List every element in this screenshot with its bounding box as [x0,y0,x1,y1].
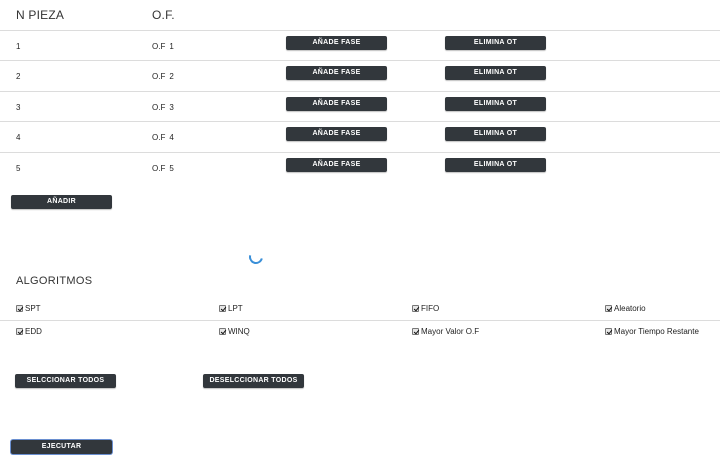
of-prefix: O.F [152,42,166,51]
of-cell: O.F 1 [152,42,174,51]
checkbox-checked-icon[interactable] [412,328,419,335]
deselect-all-button[interactable]: DESELCCIONAR TODOS [203,374,304,388]
table-row: 2 O.F 2 AÑADE FASE ELIMINA OT [0,60,720,91]
add-phase-button[interactable]: AÑADE FASE [286,158,387,172]
of-cell: O.F 5 [152,164,174,173]
checkbox-label: EDD [25,327,42,336]
checkbox-fifo[interactable]: FIFO [412,304,439,313]
checkbox-label: SPT [25,304,41,313]
run-button[interactable]: EJECUTAR [11,440,112,454]
add-phase-button[interactable]: AÑADE FASE [286,36,387,50]
header-of: O.F. [152,8,175,22]
of-number: 3 [169,103,174,112]
checkbox-winq[interactable]: WINQ [219,327,250,336]
table-row: 1 O.F 1 AÑADE FASE ELIMINA OT [0,30,720,61]
table-row: 5 O.F 5 AÑADE FASE ELIMINA OT [0,152,720,183]
table-row: 3 O.F 3 AÑADE FASE ELIMINA OT [0,91,720,122]
checkbox-checked-icon[interactable] [219,305,226,312]
algorithms-row: EDD WINQ Mayor Valor O.F Mayor Tiempo Re… [0,320,720,343]
of-number: 2 [169,72,174,81]
of-prefix: O.F [152,103,166,112]
header-n-pieza: N PIEZA [16,8,65,22]
add-phase-button[interactable]: AÑADE FASE [286,127,387,141]
checkbox-mayor-valor-of[interactable]: Mayor Valor O.F [412,327,479,336]
remove-ot-button[interactable]: ELIMINA OT [445,97,546,111]
algorithms-title: ALGORITMOS [16,275,93,287]
remove-ot-button[interactable]: ELIMINA OT [445,36,546,50]
remove-ot-button[interactable]: ELIMINA OT [445,158,546,172]
pieza-number: 3 [16,103,21,112]
of-cell: O.F 4 [152,133,174,142]
checkbox-aleatorio[interactable]: Aleatorio [605,304,646,313]
of-prefix: O.F [152,164,166,173]
checkbox-label: Mayor Valor O.F [421,327,480,336]
loading-spinner-icon [246,247,266,267]
add-phase-button[interactable]: AÑADE FASE [286,66,387,80]
of-number: 1 [169,42,174,51]
checkbox-spt[interactable]: SPT [16,304,41,313]
checkbox-label: LPT [228,304,243,313]
add-phase-button[interactable]: AÑADE FASE [286,97,387,111]
remove-ot-button[interactable]: ELIMINA OT [445,127,546,141]
checkbox-mayor-tiempo-restante[interactable]: Mayor Tiempo Restante [605,327,699,336]
remove-ot-button[interactable]: ELIMINA OT [445,66,546,80]
select-all-button[interactable]: SELCCIONAR TODOS [15,374,116,388]
pieza-number: 1 [16,42,21,51]
pieza-number: 5 [16,164,21,173]
of-number: 4 [169,133,174,142]
of-number: 5 [169,164,174,173]
of-prefix: O.F [152,133,166,142]
checkbox-checked-icon[interactable] [605,305,612,312]
pieza-number: 4 [16,133,21,142]
checkbox-label: Aleatorio [614,304,646,313]
checkbox-lpt[interactable]: LPT [219,304,243,313]
of-prefix: O.F [152,72,166,81]
checkbox-checked-icon[interactable] [16,305,23,312]
checkbox-label: WINQ [228,327,250,336]
table-row: 4 O.F 4 AÑADE FASE ELIMINA OT [0,121,720,152]
pieza-number: 2 [16,72,21,81]
of-cell: O.F 2 [152,72,174,81]
checkbox-label: FIFO [421,304,440,313]
checkbox-label: Mayor Tiempo Restante [614,327,699,336]
add-button[interactable]: AÑADIR [11,195,112,209]
of-cell: O.F 3 [152,103,174,112]
checkbox-checked-icon[interactable] [219,328,226,335]
algorithms-row: SPT LPT FIFO Aleatorio [0,298,720,320]
checkbox-checked-icon[interactable] [412,305,419,312]
checkbox-edd[interactable]: EDD [16,327,42,336]
checkbox-checked-icon[interactable] [605,328,612,335]
checkbox-checked-icon[interactable] [16,328,23,335]
